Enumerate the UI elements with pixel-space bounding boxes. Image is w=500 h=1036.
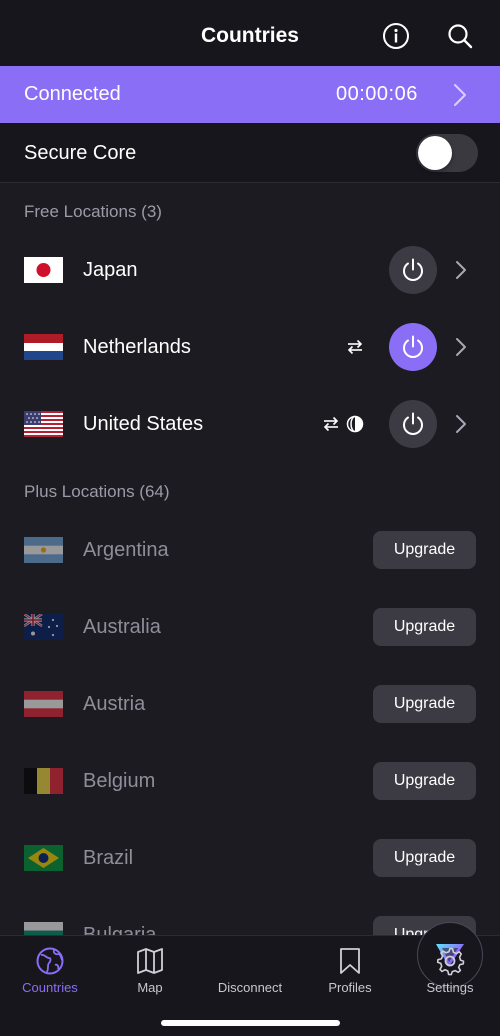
chevron-right-icon[interactable] bbox=[454, 336, 468, 358]
country-row-belgium[interactable]: Belgium Upgrade bbox=[0, 743, 500, 820]
chevron-right-icon bbox=[454, 84, 466, 106]
country-name: Brazil bbox=[83, 847, 134, 869]
tab-label: Map bbox=[137, 980, 163, 995]
tab-settings[interactable]: Settings bbox=[400, 936, 500, 1006]
country-name: Belgium bbox=[83, 770, 156, 792]
flag-austria bbox=[24, 691, 63, 717]
gear-icon bbox=[436, 947, 465, 976]
country-row-argentina[interactable]: Argentina Upgrade bbox=[0, 512, 500, 589]
connection-status: Connected bbox=[24, 83, 121, 105]
tab-countries[interactable]: Countries bbox=[0, 936, 100, 1006]
flag-brazil bbox=[24, 845, 63, 871]
country-row-brazil[interactable]: Brazil Upgrade bbox=[0, 820, 500, 897]
upgrade-button[interactable]: Upgrade bbox=[373, 608, 476, 646]
upgrade-button[interactable]: Upgrade bbox=[373, 839, 476, 877]
free-locations-header: Free Locations (3) bbox=[24, 202, 162, 221]
country-row-japan[interactable]: Japan bbox=[0, 232, 500, 309]
secure-core-row: Secure Core bbox=[0, 123, 500, 183]
country-name: Netherlands bbox=[83, 336, 191, 358]
bookmark-icon bbox=[340, 948, 360, 974]
secure-core-label: Secure Core bbox=[24, 142, 137, 164]
tab-label: Countries bbox=[22, 980, 78, 995]
power-icon bbox=[403, 258, 423, 281]
chevron-right-icon[interactable] bbox=[454, 259, 468, 281]
power-icon bbox=[403, 412, 423, 435]
flag-netherlands bbox=[24, 334, 63, 360]
country-name: Austria bbox=[83, 693, 146, 715]
tab-label: Settings bbox=[426, 980, 474, 995]
plus-locations-header: Plus Locations (64) bbox=[24, 482, 170, 501]
connection-timer: 00:00:06 bbox=[336, 83, 418, 105]
flag-australia bbox=[24, 614, 63, 640]
info-button[interactable] bbox=[380, 20, 412, 52]
country-name: Argentina bbox=[83, 539, 169, 561]
upgrade-button[interactable]: Upgrade bbox=[373, 531, 476, 569]
connect-button[interactable] bbox=[389, 246, 437, 294]
toggle-knob bbox=[418, 136, 452, 170]
tab-profiles[interactable]: Profiles bbox=[300, 936, 400, 1006]
country-row-austria[interactable]: Austria Upgrade bbox=[0, 666, 500, 743]
disconnect-button[interactable] bbox=[389, 323, 437, 371]
header: Countries bbox=[0, 0, 500, 66]
chevron-right-icon[interactable] bbox=[454, 413, 468, 435]
app-root: Countries Connected 00:00:06 Secure Core bbox=[0, 0, 500, 1036]
flag-united-states bbox=[24, 411, 63, 437]
flag-belgium bbox=[24, 768, 63, 794]
country-name: Australia bbox=[83, 616, 161, 638]
flag-argentina bbox=[24, 537, 63, 563]
country-name: Japan bbox=[83, 259, 138, 281]
country-row-australia[interactable]: Australia Upgrade bbox=[0, 589, 500, 666]
search-icon bbox=[448, 24, 473, 49]
globe-icon bbox=[36, 947, 64, 975]
p2p-icon bbox=[323, 416, 339, 432]
tor-icon bbox=[346, 415, 364, 433]
tab-label: Disconnect bbox=[217, 980, 283, 995]
tab-map[interactable]: Map bbox=[100, 936, 200, 1006]
country-name: United States bbox=[83, 413, 204, 435]
power-icon bbox=[403, 335, 423, 358]
page-title: Countries bbox=[200, 24, 299, 47]
upgrade-button[interactable]: Upgrade bbox=[373, 685, 476, 723]
home-indicator bbox=[161, 1020, 340, 1026]
p2p-icon bbox=[347, 339, 363, 355]
upgrade-button[interactable]: Upgrade bbox=[373, 762, 476, 800]
country-row-united-states[interactable]: United States bbox=[0, 386, 500, 463]
country-row-netherlands[interactable]: Netherlands bbox=[0, 309, 500, 386]
connection-status-bar[interactable]: Connected 00:00:06 bbox=[0, 66, 500, 123]
tab-label: Profiles bbox=[328, 980, 372, 995]
tab-disconnect[interactable]: Disconnect bbox=[200, 922, 483, 1006]
flag-japan bbox=[24, 257, 63, 283]
info-icon bbox=[383, 23, 409, 49]
search-button[interactable] bbox=[444, 20, 476, 52]
connect-button[interactable] bbox=[389, 400, 437, 448]
secure-core-toggle[interactable] bbox=[416, 134, 478, 172]
map-icon bbox=[137, 948, 163, 974]
